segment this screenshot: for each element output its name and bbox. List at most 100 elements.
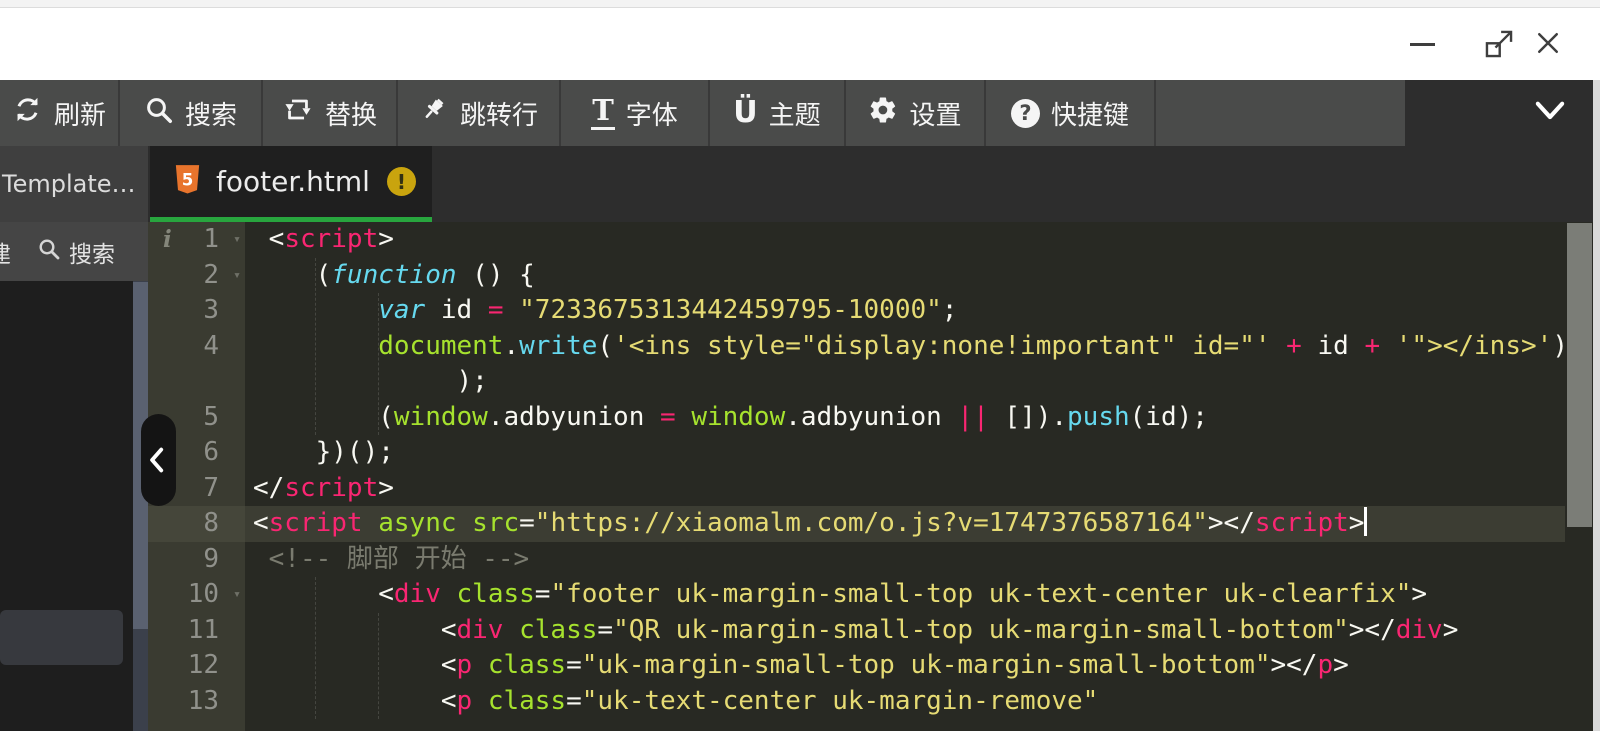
code-text[interactable]: (function () { bbox=[245, 258, 1565, 294]
code-text[interactable]: document.write('<ins style="display:none… bbox=[245, 329, 1565, 365]
code-line-9: 9 <!-- 脚部 开始 --> bbox=[148, 542, 1565, 578]
theme-icon: Ü bbox=[733, 98, 757, 128]
indent-guide bbox=[315, 258, 316, 436]
sidebar-search-label: 搜索 bbox=[69, 235, 115, 269]
code-text[interactable]: <!-- 脚部 开始 --> bbox=[245, 542, 1565, 578]
lint-info-icon: i bbox=[163, 222, 172, 258]
search-icon bbox=[144, 95, 174, 132]
chevron-down-icon bbox=[1533, 100, 1567, 126]
code-line-wrap: ); bbox=[148, 364, 1565, 400]
code-line-5: 5 (window.adbyunion = window.adbyunion |… bbox=[148, 400, 1565, 436]
code-text[interactable]: <p class="uk-text-center uk-margin-remov… bbox=[245, 684, 1565, 720]
settings-label: 设置 bbox=[909, 95, 961, 132]
line-number bbox=[148, 364, 245, 400]
code-line-3: 3 var id = "7233675313442459795-10000"; bbox=[148, 293, 1565, 329]
line-number: 12 bbox=[148, 648, 245, 684]
code-line-6: 6 })(); bbox=[148, 435, 1565, 471]
code-line-1: 1i▾ <script> bbox=[148, 222, 1565, 258]
sidebar-new-button[interactable]: 建 bbox=[0, 235, 11, 269]
line-number: 10▾ bbox=[148, 577, 245, 613]
fold-arrow-icon[interactable]: ▾ bbox=[233, 258, 241, 294]
chevron-left-icon bbox=[148, 447, 164, 473]
font-label: 字体 bbox=[626, 95, 678, 132]
goto-line-button[interactable]: 跳转行 bbox=[398, 80, 561, 146]
file-tree-panel[interactable] bbox=[0, 281, 133, 731]
sidebar-search-button[interactable]: 搜索 bbox=[37, 235, 115, 269]
fold-arrow-icon[interactable]: ▾ bbox=[233, 222, 241, 258]
code-editor[interactable]: 1i▾ <script>2▾ (function () {3 var id = … bbox=[148, 222, 1600, 731]
shortcuts-label: 快捷键 bbox=[1051, 95, 1129, 132]
line-number: 4 bbox=[148, 329, 245, 365]
pin-icon bbox=[419, 95, 449, 132]
refresh-icon bbox=[12, 94, 43, 132]
editor-scrollbar-thumb[interactable] bbox=[1567, 223, 1592, 527]
settings-button[interactable]: 设置 bbox=[846, 80, 986, 146]
code-text[interactable]: <div class="QR uk-margin-small-top uk-ma… bbox=[245, 613, 1565, 649]
toolbar-collapse-button[interactable] bbox=[1405, 80, 1593, 146]
code-rows: 1i▾ <script>2▾ (function () {3 var id = … bbox=[148, 222, 1565, 719]
sidebar-action-row: 建 搜索 bbox=[0, 222, 148, 281]
sidebar-scrollbar[interactable] bbox=[133, 281, 148, 731]
code-text[interactable]: var id = "7233675313442459795-10000"; bbox=[245, 293, 1565, 329]
maximize-icon[interactable] bbox=[1481, 27, 1517, 65]
refresh-button[interactable]: 刷新 bbox=[0, 80, 120, 146]
code-line-12: 12 <p class="uk-margin-small-top uk-marg… bbox=[148, 648, 1565, 684]
code-line-8: 8<script async src="https://xiaomalm.com… bbox=[148, 506, 1565, 542]
indent-guide bbox=[315, 577, 316, 719]
sidebar-collapse-handle[interactable] bbox=[141, 414, 176, 506]
gear-icon bbox=[868, 95, 898, 132]
indent-guide bbox=[378, 293, 379, 435]
line-number: 11 bbox=[148, 613, 245, 649]
replace-icon bbox=[282, 95, 314, 131]
text-cursor bbox=[1364, 507, 1367, 536]
tab-footer-html[interactable]: 5 footer.html ! bbox=[150, 146, 432, 217]
replace-label: 替换 bbox=[325, 95, 377, 132]
code-line-13: 13 <p class="uk-text-center uk-margin-re… bbox=[148, 684, 1565, 720]
code-line-10: 10▾ <div class="footer uk-margin-small-t… bbox=[148, 577, 1565, 613]
code-text[interactable]: <script async src="https://xiaomalm.com/… bbox=[245, 506, 1565, 542]
window-top-strip bbox=[0, 0, 1600, 8]
file-tree-item[interactable] bbox=[0, 610, 123, 665]
font-icon: T bbox=[591, 96, 615, 130]
indent-guide bbox=[378, 613, 379, 720]
code-text[interactable]: ); bbox=[245, 364, 1565, 400]
svg-text:5: 5 bbox=[182, 171, 194, 190]
line-number: 1i▾ bbox=[148, 222, 245, 258]
code-text[interactable]: <div class="footer uk-margin-small-top u… bbox=[245, 577, 1565, 613]
refresh-label: 刷新 bbox=[54, 95, 106, 132]
warning-icon: ! bbox=[387, 167, 416, 196]
html5-icon: 5 bbox=[174, 164, 201, 199]
replace-button[interactable]: 替换 bbox=[263, 80, 398, 146]
goto-line-label: 跳转行 bbox=[460, 95, 538, 132]
code-text[interactable]: (window.adbyunion = window.adbyunion || … bbox=[245, 400, 1565, 436]
theme-button[interactable]: Ü 主题 bbox=[710, 80, 846, 146]
minimize-icon[interactable] bbox=[1410, 43, 1435, 46]
template-label: Template… bbox=[2, 170, 136, 198]
close-icon[interactable] bbox=[1533, 28, 1563, 62]
line-number: 9 bbox=[148, 542, 245, 578]
shortcuts-button[interactable]: ? 快捷键 bbox=[986, 80, 1156, 146]
fold-arrow-icon[interactable]: ▾ bbox=[233, 577, 241, 613]
titlebar bbox=[0, 0, 1600, 80]
font-button[interactable]: T 字体 bbox=[561, 80, 710, 146]
code-line-4: 4 document.write('<ins style="display:no… bbox=[148, 329, 1565, 365]
line-number: 3 bbox=[148, 293, 245, 329]
help-icon: ? bbox=[1011, 99, 1040, 128]
code-text[interactable]: </script> bbox=[245, 471, 1565, 507]
page-scrollbar-track[interactable] bbox=[1593, 80, 1600, 731]
code-line-2: 2▾ (function () { bbox=[148, 258, 1565, 294]
search-button[interactable]: 搜索 bbox=[120, 80, 263, 146]
tab-title: footer.html bbox=[216, 165, 370, 198]
theme-label: 主题 bbox=[769, 95, 821, 132]
tab-bar: Template… 5 footer.html ! bbox=[0, 146, 1600, 222]
line-number: 13 bbox=[148, 684, 245, 720]
line-number: 2▾ bbox=[148, 258, 245, 294]
code-text[interactable]: <script> bbox=[245, 222, 1565, 258]
search-label: 搜索 bbox=[185, 95, 237, 132]
sidebar-header-template[interactable]: Template… bbox=[0, 146, 148, 222]
code-text[interactable]: <p class="uk-margin-small-top uk-margin-… bbox=[245, 648, 1565, 684]
code-text[interactable]: })(); bbox=[245, 435, 1565, 471]
code-line-7: 7</script> bbox=[148, 471, 1565, 507]
search-icon bbox=[37, 237, 61, 267]
code-line-11: 11 <div class="QR uk-margin-small-top uk… bbox=[148, 613, 1565, 649]
